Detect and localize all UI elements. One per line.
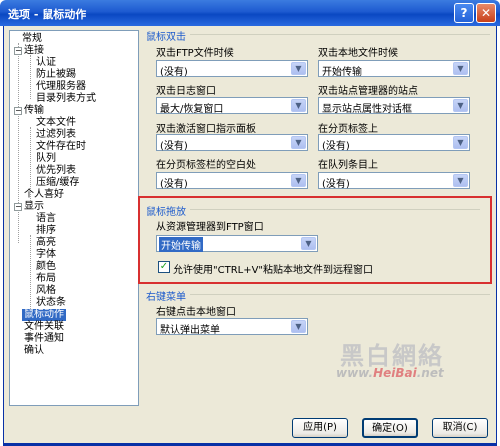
expand-icon[interactable]: − <box>14 47 22 55</box>
tree-item-proxy[interactable]: 代理服务器 <box>36 81 86 93</box>
chevron-down-icon[interactable]: ▼ <box>453 174 468 187</box>
paste-checkbox[interactable]: ✓ <box>158 261 170 273</box>
help-button[interactable]: ? <box>454 3 474 23</box>
select-value: 开始传输 <box>322 67 362 78</box>
tree-item-style[interactable]: 风格 <box>36 285 56 297</box>
select-value: 显示站点属性对话框 <box>322 104 412 115</box>
watermark-url-suffix: .net <box>416 366 444 380</box>
watermark-url-prefix: www. <box>336 366 374 380</box>
select-value: (没有) <box>322 141 350 152</box>
watermark-url-brand: HeiBai <box>373 366 417 380</box>
watermark-url: www.HeiBai.net <box>336 366 444 380</box>
chevron-down-icon[interactable]: ▼ <box>291 136 306 149</box>
chevron-down-icon[interactable]: ▼ <box>453 62 468 75</box>
queue-item-label: 在队列条目上 <box>318 160 378 171</box>
tree-item-queue[interactable]: 队列 <box>36 153 56 165</box>
site-manager-select[interactable]: 显示站点属性对话框 ▼ <box>318 97 470 115</box>
expand-icon[interactable]: − <box>14 203 22 211</box>
tree-item-file-assoc[interactable]: 文件关联 <box>24 321 64 333</box>
category-tree[interactable]: 常规 − 连接 认证 防止被踢 代理服务器 目录列表方式 − 传输 文本文件 过… <box>9 30 139 406</box>
right-click-local-label: 右键点击本地窗口 <box>156 307 236 318</box>
tree-item-font[interactable]: 字体 <box>36 249 56 261</box>
tab-blank-select[interactable]: (没有) ▼ <box>156 172 308 190</box>
ok-button[interactable]: 确定(O) <box>362 418 418 438</box>
close-button[interactable]: ✕ <box>476 3 496 23</box>
active-panel-select[interactable]: (没有) ▼ <box>156 134 308 152</box>
chevron-down-icon[interactable]: ▼ <box>291 62 306 75</box>
queue-item-select[interactable]: (没有) ▼ <box>318 172 470 190</box>
group-divider <box>190 34 490 35</box>
tree-item-mouse-actions[interactable]: 鼠标动作 <box>22 309 66 321</box>
ftp-file-label: 双击FTP文件时候 <box>156 48 234 59</box>
select-value: 最大/恢复窗口 <box>160 104 224 115</box>
group-divider <box>190 209 480 210</box>
chevron-down-icon[interactable]: ▼ <box>453 136 468 149</box>
page-tab-label: 在分页标签上 <box>318 124 378 135</box>
group-divider <box>190 294 490 295</box>
expand-icon[interactable]: − <box>14 107 22 115</box>
tree-item-priority-list[interactable]: 优先列表 <box>36 165 76 177</box>
window-title: 选项 - 鼠标动作 <box>8 8 87 21</box>
tree-item-highlight[interactable]: 高亮 <box>36 237 56 249</box>
tree-item-layout[interactable]: 布局 <box>36 273 56 285</box>
local-file-label: 双击本地文件时候 <box>318 48 398 59</box>
tree-item-event-notify[interactable]: 事件通知 <box>24 333 64 345</box>
dblclick-group-title: 鼠标双击 <box>146 32 186 43</box>
tree-item-display[interactable]: 显示 <box>24 201 44 213</box>
select-value: 开始传输 <box>159 237 203 252</box>
tree-item-dir-listing[interactable]: 目录列表方式 <box>36 93 96 105</box>
tree-item-preferences[interactable]: 个人喜好 <box>24 189 64 201</box>
tree-item-file-exists[interactable]: 文件存在时 <box>36 141 86 153</box>
context-group-title: 右键菜单 <box>146 292 186 303</box>
active-panel-label: 双击激活窗口指示面板 <box>156 124 256 135</box>
log-window-label: 双击日志窗口 <box>156 86 216 97</box>
log-window-select[interactable]: 最大/恢复窗口 ▼ <box>156 97 308 115</box>
page-tab-select[interactable]: (没有) ▼ <box>318 134 470 152</box>
tree-item-colors[interactable]: 颜色 <box>36 261 56 273</box>
select-value: 默认弹出菜单 <box>160 325 220 336</box>
tree-item-general[interactable]: 常规 <box>22 33 42 45</box>
cancel-button[interactable]: 取消(C) <box>432 418 488 438</box>
tree-item-filter-list[interactable]: 过滤列表 <box>36 129 76 141</box>
apply-button[interactable]: 应用(P) <box>292 418 348 438</box>
chevron-down-icon[interactable]: ▼ <box>301 237 316 250</box>
chevron-down-icon[interactable]: ▼ <box>453 99 468 112</box>
explorer-to-ftp-label: 从资源管理器到FTP窗口 <box>156 222 264 233</box>
tree-item-language[interactable]: 语言 <box>36 213 56 225</box>
chevron-down-icon[interactable]: ▼ <box>291 174 306 187</box>
tree-item-auth[interactable]: 认证 <box>36 57 56 69</box>
ftp-file-select[interactable]: (没有) ▼ <box>156 60 308 78</box>
tree-item-transfer[interactable]: 传输 <box>24 105 44 117</box>
tree-item-confirm[interactable]: 确认 <box>24 345 44 357</box>
tree-item-connection[interactable]: 连接 <box>24 45 44 57</box>
explorer-to-ftp-select[interactable]: 开始传输 ▼ <box>156 235 318 252</box>
tree-item-anti-idle[interactable]: 防止被踢 <box>36 69 76 81</box>
right-click-local-select[interactable]: 默认弹出菜单 ▼ <box>156 318 308 336</box>
select-value: (没有) <box>160 67 188 78</box>
local-file-select[interactable]: 开始传输 ▼ <box>318 60 470 78</box>
paste-checkbox-label[interactable]: 允许使用"CTRL+V"粘贴本地文件到远程窗口 <box>173 261 373 276</box>
tree-item-text-files[interactable]: 文本文件 <box>36 117 76 129</box>
tree-item-sorting[interactable]: 排序 <box>36 225 56 237</box>
site-manager-label: 双击站点管理器的站点 <box>318 86 418 97</box>
tree-item-compression[interactable]: 压缩/缓存 <box>36 177 79 189</box>
select-value: (没有) <box>322 179 350 190</box>
tab-blank-label: 在分页标签栏的空白处 <box>156 160 256 171</box>
select-value: (没有) <box>160 141 188 152</box>
title-bar: 选项 - 鼠标动作 ? ✕ <box>0 0 500 26</box>
chevron-down-icon[interactable]: ▼ <box>291 99 306 112</box>
select-value: (没有) <box>160 179 188 190</box>
tree-item-status-bar[interactable]: 状态条 <box>36 297 66 309</box>
drag-group-title: 鼠标拖放 <box>146 207 186 218</box>
chevron-down-icon[interactable]: ▼ <box>291 320 306 333</box>
